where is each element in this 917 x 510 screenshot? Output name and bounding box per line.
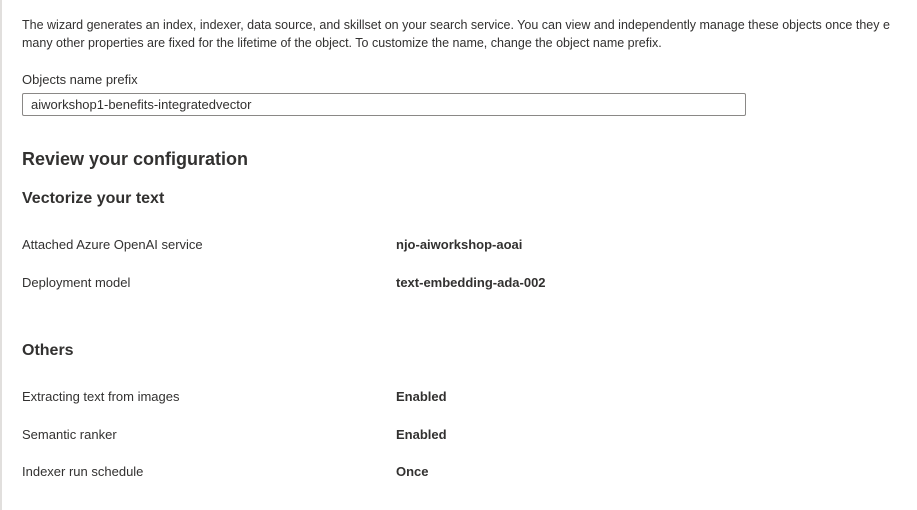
review-configuration-heading: Review your configuration <box>22 149 249 169</box>
indexer-run-schedule-label: Indexer run schedule <box>22 464 144 479</box>
extract-text-images-value: Enabled <box>396 389 447 404</box>
deployment-model-label: Deployment model <box>22 275 131 290</box>
description-line-2: many other properties are fixed for the … <box>22 36 662 50</box>
others-heading: Others <box>22 342 74 359</box>
azure-openai-service-label: Attached Azure OpenAI service <box>22 237 203 252</box>
semantic-ranker-label: Semantic ranker <box>22 427 117 442</box>
description-line-1: The wizard generates an index, indexer, … <box>22 18 890 32</box>
deployment-model-value: text-embedding-ada-002 <box>396 275 546 290</box>
vectorize-text-heading: Vectorize your text <box>22 190 165 207</box>
wizard-description: The wizard generates an index, indexer, … <box>22 16 917 52</box>
objects-name-prefix-label: Objects name prefix <box>22 72 138 87</box>
indexer-run-schedule-value: Once <box>396 464 429 479</box>
panel-left-border <box>0 0 2 510</box>
extract-text-images-label: Extracting text from images <box>22 389 180 404</box>
azure-openai-service-value: njo-aiworkshop-aoai <box>396 237 523 252</box>
semantic-ranker-value: Enabled <box>396 427 447 442</box>
objects-name-prefix-input[interactable] <box>22 93 746 116</box>
